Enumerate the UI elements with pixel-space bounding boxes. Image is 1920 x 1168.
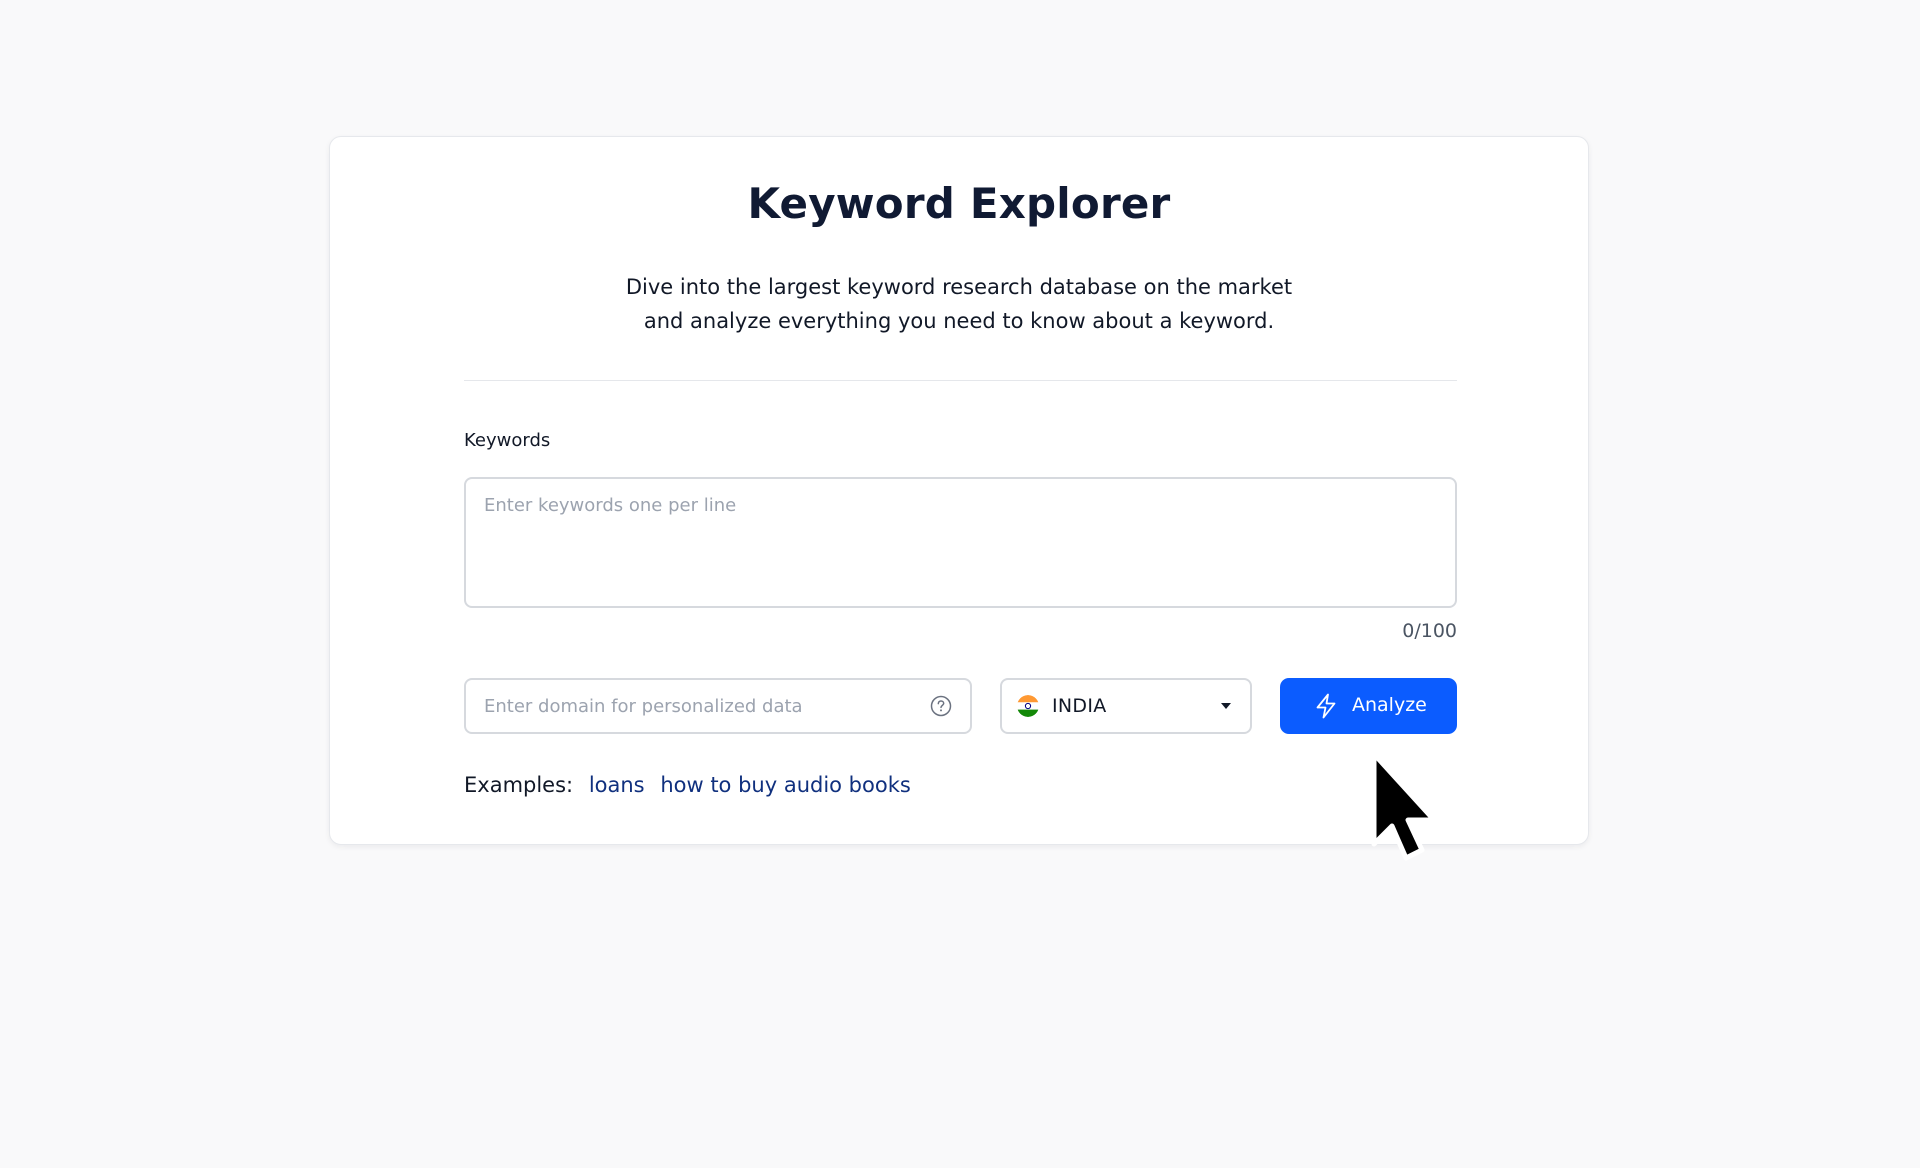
keyword-explorer-card: Keyword Explorer Dive into the largest k… [329,136,1589,845]
subtitle-line-2: and analyze everything you need to know … [643,309,1275,333]
example-link-how-to-buy-audio-books[interactable]: how to buy audio books [660,773,911,797]
keywords-label: Keywords [464,430,551,451]
page-title: Keyword Explorer [747,179,1171,228]
lightning-bolt-icon [1316,693,1336,719]
examples-row: Examples: loans how to buy audio books [464,773,911,797]
caret-down-icon [1221,703,1231,709]
divider [464,380,1457,381]
keywords-counter: 0/100 [1402,620,1457,642]
example-link-loans[interactable]: loans [589,773,645,797]
country-select[interactable]: INDIA [1000,678,1252,734]
country-selected-label: INDIA [1052,695,1107,717]
keywords-textarea[interactable] [464,477,1457,608]
india-flag-icon [1017,695,1039,717]
analyze-button-label: Analyze [1352,694,1427,716]
examples-label: Examples: [464,773,574,797]
subtitle-line-1: Dive into the largest keyword research d… [625,275,1293,299]
domain-input[interactable] [466,680,924,732]
mouse-pointer-icon [1371,751,1437,861]
analyze-button[interactable]: Analyze [1280,678,1457,734]
question-circle-icon[interactable] [930,695,952,717]
domain-field [464,678,972,734]
page-subtitle: Dive into the largest keyword research d… [330,270,1588,338]
